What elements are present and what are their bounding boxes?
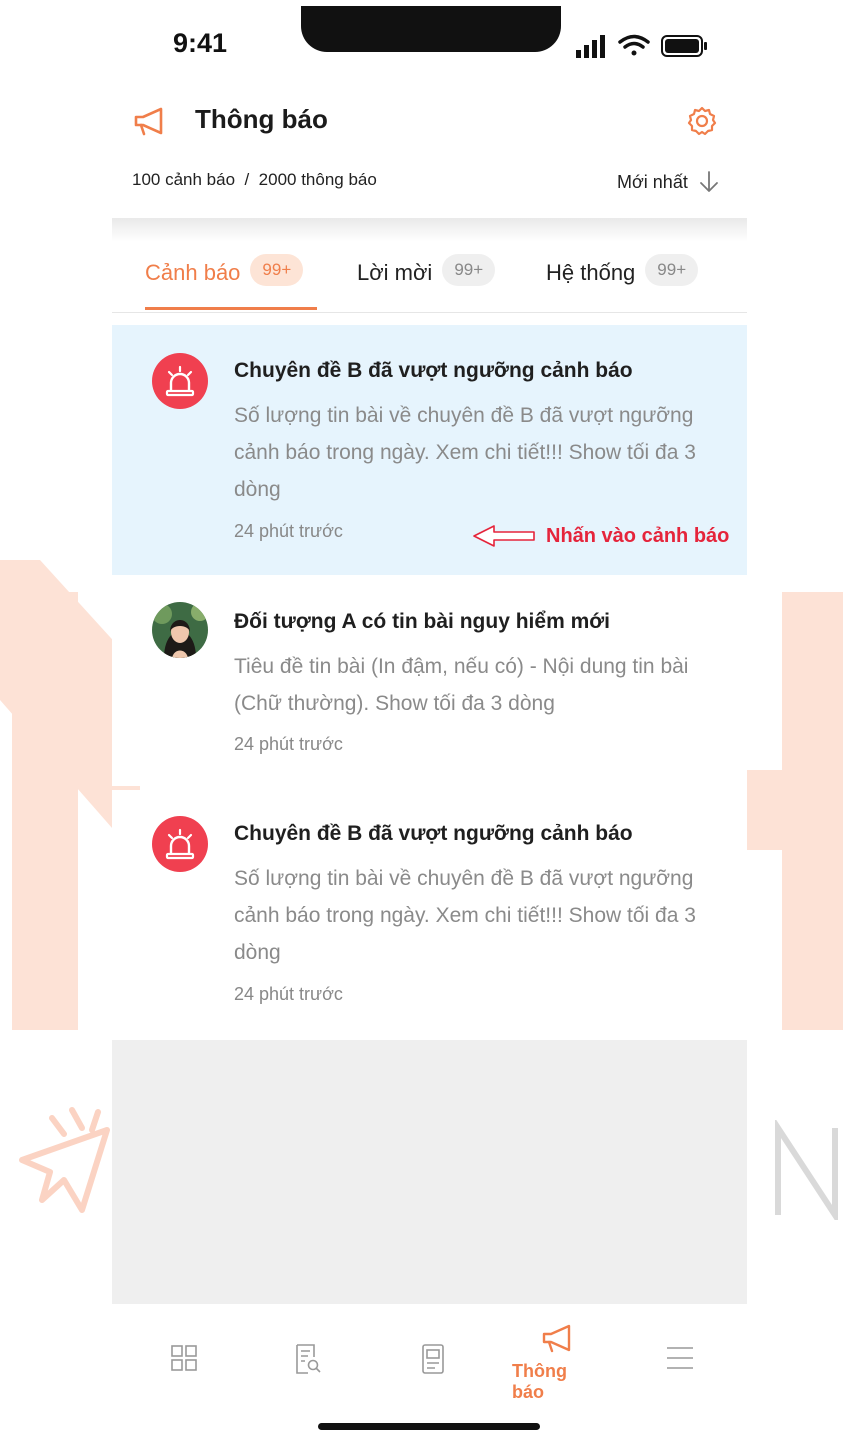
tab-label: Cảnh báo	[145, 260, 241, 285]
home-indicator	[318, 1423, 540, 1430]
notification-counts: 100 cảnh báo / 2000 thông báo	[132, 170, 377, 189]
nav-dashboard[interactable]	[139, 1343, 229, 1423]
signal-icon	[576, 35, 605, 58]
tab-he-thong[interactable]: Hệ thống 99+	[546, 254, 699, 312]
tab-badge: 99+	[250, 254, 304, 286]
sort-button[interactable]: Mới nhất	[617, 170, 720, 194]
notification-body: Số lượng tin bài về chuyên đề B đã vượt …	[234, 867, 696, 964]
arrow-down-icon	[699, 171, 718, 192]
gear-icon[interactable]	[687, 106, 717, 136]
notification-body: Số lượng tin bài về chuyên đề B đã vượt …	[234, 404, 696, 501]
watermark-letter	[775, 1120, 838, 1220]
watermark-cursor-icon	[19, 1107, 110, 1213]
nav-reports[interactable]	[262, 1343, 352, 1423]
tab-canh-bao[interactable]: Cảnh báo 99+	[145, 254, 304, 312]
phone-screen: 9:41 Thông báo 100 cảnh báo / 2000 thông…	[112, 0, 747, 1438]
notification-body: Tiêu đề tin bài (In đậm, nếu có) - Nội d…	[234, 655, 689, 715]
notification-item[interactable]: Chuyên đề B đã vượt ngưỡng cảnh báo Số l…	[112, 790, 747, 1040]
report-search-icon	[296, 1344, 321, 1374]
megaphone-icon	[134, 107, 163, 136]
alarm-siren-icon	[152, 816, 208, 872]
status-icons	[576, 34, 707, 58]
tab-badge: 99+	[645, 254, 699, 286]
notification-time: 24 phút trước	[234, 521, 343, 541]
nav-label: Thông báo	[512, 1361, 567, 1402]
status-time: 9:41	[173, 28, 228, 58]
arrow-left-icon	[473, 525, 535, 547]
megaphone-icon	[542, 1324, 571, 1353]
notification-time: 24 phút trước	[234, 734, 343, 754]
nav-documents[interactable]	[388, 1343, 478, 1423]
tab-label: Lời mời	[357, 260, 433, 285]
header: Thông báo 100 cảnh báo / 2000 thông báo …	[112, 96, 747, 218]
page-title: Thông báo	[195, 104, 328, 134]
notification-item[interactable]: Đối tượng A có tin bài nguy hiểm mới Tiê…	[112, 576, 747, 786]
watermark-shape	[747, 770, 787, 850]
tab-badge: 99+	[442, 254, 496, 286]
active-tab-indicator	[145, 307, 317, 310]
annotation: Nhấn vào cảnh báo	[472, 523, 729, 549]
tab-loi-moi[interactable]: Lời mời 99+	[357, 254, 496, 312]
sort-label: Mới nhất	[617, 171, 688, 192]
nav-notifications[interactable]: Thông báo	[512, 1323, 602, 1403]
annotation-text: Nhấn vào cảnh báo	[546, 524, 730, 547]
dashboard-icon	[171, 1345, 197, 1371]
empty-area	[112, 1040, 747, 1304]
notification-title: Chuyên đề B đã vượt ngưỡng cảnh báo	[234, 822, 633, 845]
tab-label: Hệ thống	[546, 260, 636, 285]
nav-menu[interactable]	[635, 1343, 725, 1423]
menu-icon	[667, 1347, 693, 1369]
notch	[301, 6, 561, 52]
wifi-icon	[618, 34, 650, 56]
user-avatar	[152, 602, 208, 658]
notification-title: Chuyên đề B đã vượt ngưỡng cảnh báo	[234, 359, 633, 382]
header-shadow	[112, 218, 747, 242]
notification-title: Đối tượng A có tin bài nguy hiểm mới	[234, 610, 611, 633]
battery-icon	[661, 35, 707, 57]
bottom-nav: Thông báo	[112, 1305, 747, 1438]
tab-bar: Cảnh báo 99+ Lời mời 99+ Hệ thống 99+	[112, 242, 747, 313]
watermark-shape	[782, 592, 843, 1030]
document-icon	[422, 1344, 444, 1374]
notification-time: 24 phút trước	[234, 984, 343, 1004]
notification-item[interactable]: Chuyên đề B đã vượt ngưỡng cảnh báo Số l…	[112, 325, 747, 575]
alarm-siren-icon	[152, 353, 208, 409]
